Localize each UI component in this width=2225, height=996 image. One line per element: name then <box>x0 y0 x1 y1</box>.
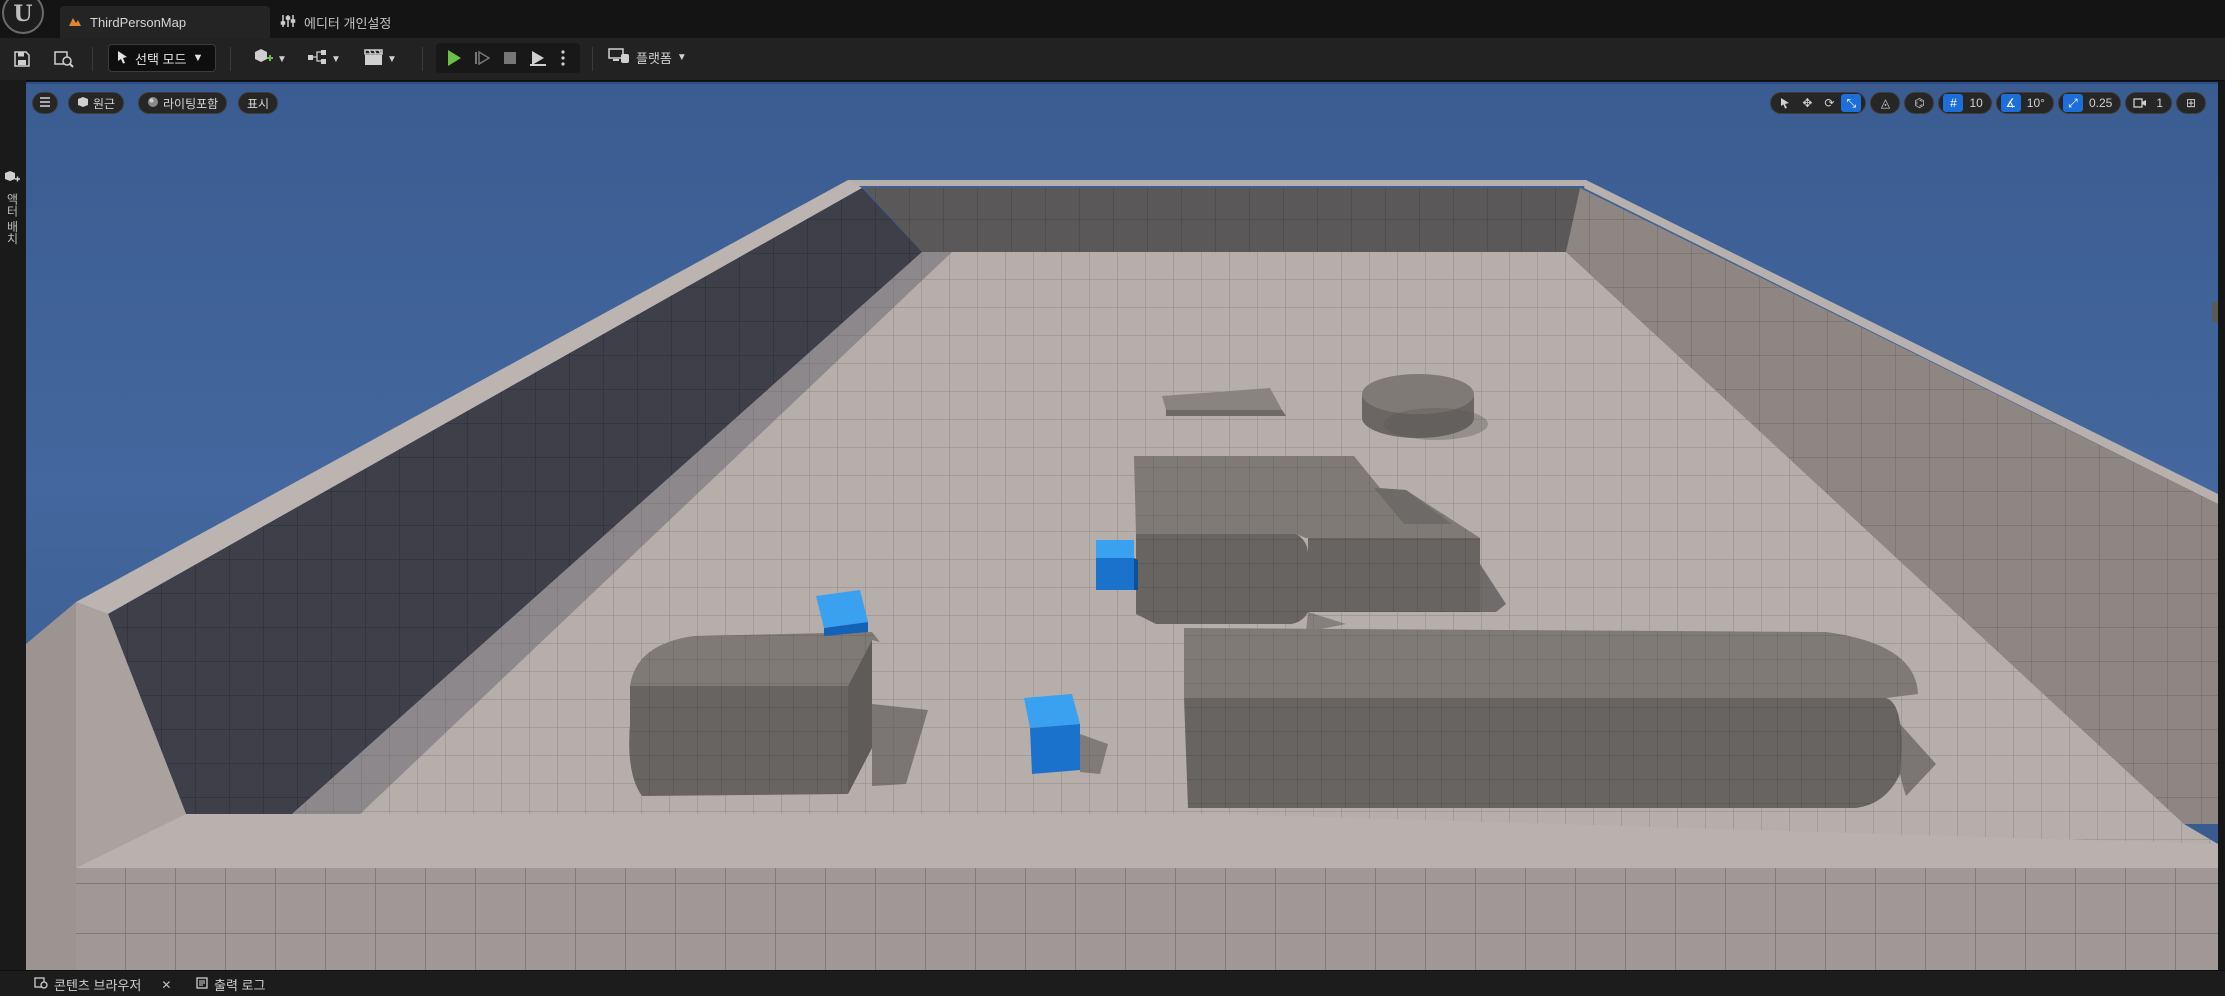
scene-render[interactable] <box>26 84 2218 972</box>
angle-snap-icon[interactable]: ∡ <box>2000 94 2021 112</box>
main-toolbar: 선택 모드 ▼ ▼ ▼ ▼ 플랫폼 ▼ <box>0 38 2225 81</box>
lit-label: 라이팅포함 <box>163 96 219 111</box>
chevron-down-icon: ▼ <box>387 53 397 65</box>
rotation-snap-group: ∡ 10° <box>1995 92 2054 114</box>
lit-mode-button[interactable]: 라이팅포함 <box>138 92 228 114</box>
add-actor-dropdown[interactable]: ▼ <box>250 48 290 70</box>
output-log-icon <box>196 977 208 992</box>
bottom-drawer-bar: 콘텐츠 브라우저 ✕ 출력 로그 <box>0 970 2225 996</box>
translate-tool-icon[interactable]: ✥ <box>1797 94 1817 112</box>
viewport-scroll-handle[interactable] <box>2212 302 2218 322</box>
cursor-icon <box>117 50 129 67</box>
grid-snap-group: # 10 <box>1938 92 1992 114</box>
cube-icon <box>77 96 89 111</box>
advance-frame-icon[interactable] <box>470 47 494 69</box>
rotate-tool-icon[interactable]: ⟳ <box>1819 94 1839 112</box>
left-side-panel: 액터 배치 <box>0 80 26 970</box>
mode-label: 선택 모드 <box>135 51 187 67</box>
output-log-tab[interactable]: 출력 로그 <box>196 975 265 994</box>
tab-label: ThirdPersonMap <box>90 14 187 30</box>
platform-label: 플랫폼 <box>636 51 672 66</box>
camera-speed-group: 1 <box>2125 92 2172 114</box>
camera-speed-value[interactable]: 1 <box>2152 96 2167 110</box>
toolbar-divider <box>92 47 93 71</box>
sliders-icon <box>280 14 296 31</box>
front-wall <box>76 868 2218 972</box>
hamburger-icon <box>39 96 51 110</box>
rotation-snap-value[interactable]: 10° <box>2023 96 2049 110</box>
scale-snap-group: ⤢ 0.25 <box>2057 92 2122 114</box>
viewport-menu-button[interactable] <box>32 92 58 114</box>
chevron-down-icon: ▼ <box>331 53 341 65</box>
toolbar-divider <box>230 47 231 71</box>
save-icon[interactable] <box>12 48 32 70</box>
show-button[interactable]: 표시 <box>238 92 279 114</box>
stop-icon[interactable] <box>498 47 522 69</box>
chevron-down-icon: ▼ <box>277 53 287 65</box>
title-bar: U ThirdPersonMap 에디터 개인설정 <box>0 0 2225 38</box>
content-browser-label: 콘텐츠 브라우저 <box>54 978 142 993</box>
play-icon[interactable] <box>442 47 466 69</box>
coordinate-space: ◬ <box>1870 92 1901 114</box>
back-wall <box>864 188 1580 252</box>
chevron-down-icon: ▼ <box>192 52 204 64</box>
content-browse-icon[interactable] <box>52 48 76 70</box>
transform-tools: ✥ ⟳ ⤡ <box>1770 92 1867 114</box>
perspective-button[interactable]: 원근 <box>68 92 125 114</box>
viewport-toolbar: ✥ ⟳ ⤡ ◬ ⌬ # 10 ∡ 10° ⤢ 0.25 1 ⊞ <box>1770 92 2206 114</box>
level-icon <box>68 15 82 30</box>
more-options-icon[interactable] <box>554 47 572 69</box>
place-actors-tab[interactable]: 액터 배치 <box>4 170 22 244</box>
layout-group: ⊞ <box>2176 92 2206 114</box>
content-browser-tab[interactable]: 콘텐츠 브라우저 ✕ <box>34 975 171 994</box>
grid-snap-icon[interactable]: # <box>1943 94 1964 112</box>
sphere-icon <box>147 96 159 111</box>
level-viewport[interactable]: 원근 라이팅포함 표시 ✥ ⟳ ⤡ ◬ ⌬ # 10 ∡ 10° ⤢ 0.25 … <box>26 82 2218 972</box>
platform-icon <box>608 48 630 67</box>
tab-editor-preferences[interactable]: 에디터 개인설정 <box>280 6 391 38</box>
camera-icon[interactable] <box>2130 94 2150 112</box>
platform-dropdown[interactable]: 플랫폼 ▼ <box>608 48 687 67</box>
cylinder <box>1362 374 1474 414</box>
blueprint-dropdown[interactable]: ▼ <box>304 48 344 70</box>
selection-mode-dropdown[interactable]: 선택 모드 ▼ <box>108 44 216 72</box>
scale-snap-icon[interactable]: ⤢ <box>2062 94 2083 112</box>
blue-cube <box>1096 540 1138 590</box>
blueprint-icon <box>307 49 329 70</box>
viewport-layout-icon[interactable]: ⊞ <box>2181 94 2201 112</box>
long-block <box>1184 628 1918 698</box>
scale-snap-value[interactable]: 0.25 <box>2085 96 2116 110</box>
chevron-down-icon: ▼ <box>676 52 687 63</box>
tab-thirdpersonmap[interactable]: ThirdPersonMap <box>60 6 270 38</box>
close-icon[interactable]: ✕ <box>161 978 171 992</box>
world-space-icon[interactable]: ◬ <box>1875 94 1895 112</box>
surface-snap-icon[interactable]: ⌬ <box>1909 94 1929 112</box>
select-tool-icon[interactable] <box>1775 94 1795 112</box>
place-actors-label: 액터 배치 <box>5 193 19 245</box>
eject-icon[interactable] <box>526 47 550 69</box>
show-label: 표시 <box>247 96 270 111</box>
play-controls <box>436 43 580 73</box>
output-log-label: 출력 로그 <box>214 978 266 993</box>
add-cube-icon <box>253 48 275 71</box>
perspective-label: 원근 <box>93 96 116 111</box>
scale-tool-icon[interactable]: ⤡ <box>1841 94 1862 112</box>
surface-snapping: ⌬ <box>1904 92 1935 114</box>
place-actors-icon <box>4 171 20 187</box>
tab-label: 에디터 개인설정 <box>304 15 392 31</box>
toolbar-divider <box>592 47 593 71</box>
clapperboard-icon <box>363 48 385 71</box>
content-browser-icon <box>34 977 48 992</box>
toolbar-divider <box>422 47 423 71</box>
unreal-logo-icon[interactable]: U <box>2 0 44 34</box>
grid-snap-value[interactable]: 10 <box>1965 96 1986 110</box>
cinematics-dropdown[interactable]: ▼ <box>360 48 400 70</box>
